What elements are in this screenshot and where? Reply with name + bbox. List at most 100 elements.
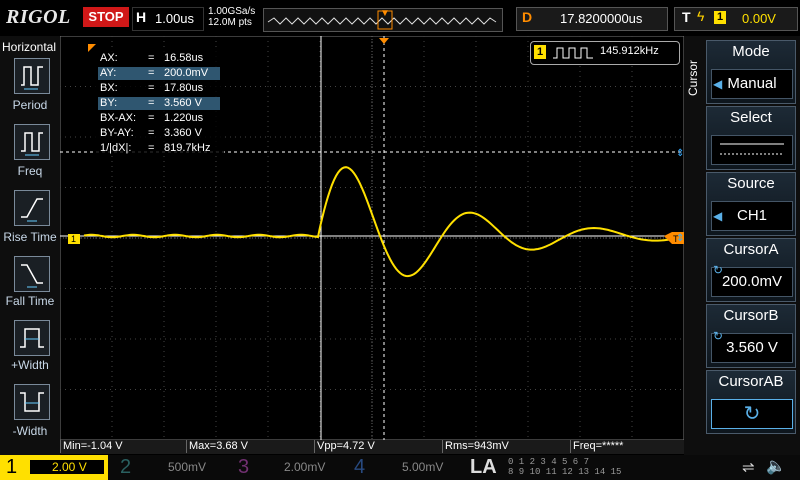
freq-label: Freq: [17, 164, 43, 178]
cursor-readout-box: AX: = 16.58us AY: = 200.0mV BX: = 17.80us BY: =…: [94, 48, 224, 156]
readout-key: BX:: [100, 82, 118, 94]
la-digits-bottom: 8 9 10 11 12 13 14 15: [508, 467, 622, 477]
sample-rate: 1.00GSa/s: [208, 6, 256, 17]
readout-eq: =: [148, 52, 155, 64]
usb-icon: ⇌: [742, 459, 755, 476]
mode-softkey[interactable]: Mode Manual ◀: [706, 40, 796, 104]
la-digits-top: 0 1 2 3 4 5 6 7: [508, 457, 590, 467]
readout-value: 819.7kHz: [164, 142, 211, 154]
select-arrow-icon: ◀: [713, 77, 723, 91]
cursor-a-softkey[interactable]: CursorA 200.0mV ↻: [706, 238, 796, 302]
readout-value: 200.0mV: [164, 67, 209, 79]
select-softkey[interactable]: Select: [706, 106, 796, 170]
trigger-box[interactable]: [674, 7, 798, 31]
cursor-b-value: 3.560 V: [711, 333, 793, 363]
source-softkey[interactable]: Source CH1 ◀: [706, 172, 796, 236]
readout-eq: =: [148, 112, 155, 124]
cursor-menu-title: Cursor: [686, 60, 700, 97]
fall-time-button[interactable]: [14, 256, 50, 292]
pos-width-icon: [20, 328, 44, 348]
cursor-ab-knob-icon: ↻: [711, 399, 793, 429]
trigger-slope-icon: ϟ: [697, 8, 705, 24]
trigger-level: 0.00V: [742, 11, 776, 26]
cursor-ab-softkey[interactable]: CursorAB ↻: [706, 370, 796, 434]
neg-width-button[interactable]: [14, 384, 50, 420]
measure-min[interactable]: Min=-1.04 V: [60, 440, 187, 453]
source-value: CH1: [711, 201, 793, 231]
cursor-b-softkey[interactable]: CursorB 3.560 V ↻: [706, 304, 796, 368]
ch2-number[interactable]: 2: [120, 455, 131, 479]
ch3-scale: 2.00mV: [284, 460, 326, 474]
la-label[interactable]: LA: [470, 455, 497, 479]
timebase-scale: 1.00us: [155, 11, 195, 26]
readout-row-inv-dx: 1/|dX|: = 819.7kHz: [98, 142, 220, 155]
readout-key: AY:: [100, 67, 117, 79]
period-label: Period: [12, 98, 48, 112]
cursor-a-arrow-icon: ⇕: [676, 233, 684, 244]
measure-rms[interactable]: Rms=943mV: [442, 440, 569, 453]
readout-value: 3.360 V: [164, 127, 202, 139]
readout-row-ay: AY: = 200.0mV: [98, 67, 220, 80]
run-stop-indicator[interactable]: STOP: [83, 7, 129, 27]
readout-value: 3.560 V: [164, 97, 202, 109]
measure-max[interactable]: Max=3.68 V: [186, 440, 313, 453]
readout-key: 1/|dX|:: [100, 142, 132, 154]
readout-value: 1.220us: [164, 112, 204, 124]
cursor-b-arrow-icon: ⇕: [676, 148, 684, 159]
square-wave-icon: [553, 47, 593, 59]
trigger-position-marker: ▼: [380, 8, 390, 19]
rise-time-icon: [21, 198, 43, 222]
mode-title: Mode: [732, 43, 770, 60]
readout-row-by-ay: BY-AY: = 3.360 V: [98, 127, 220, 140]
ch1-ground-marker-label: 1: [71, 234, 76, 244]
timebase-letter: H: [136, 9, 147, 25]
readout-key: BY-AY:: [100, 127, 134, 139]
readout-row-bx-ax: BX-AX: = 1.220us: [98, 112, 220, 125]
freq-counter-channel: 1: [534, 45, 546, 59]
cursor-lines-icon: [720, 143, 784, 155]
mode-value: Manual: [711, 69, 793, 99]
readout-key: AX:: [100, 52, 118, 64]
readout-value: 16.58us: [164, 52, 204, 64]
speaker-mute-icon[interactable]: 🔈: [766, 456, 786, 476]
period-button[interactable]: [14, 58, 50, 94]
select-title: Select: [730, 109, 772, 126]
ch2-scale: 500mV: [168, 460, 207, 474]
fall-time-icon: [21, 264, 43, 288]
measure-menu-title: Horizontal: [2, 40, 57, 54]
rise-time-button[interactable]: [14, 190, 50, 226]
readout-eq: =: [148, 67, 155, 79]
pos-width-button[interactable]: [14, 320, 50, 356]
ch4-number[interactable]: 4: [354, 455, 365, 479]
freq-counter-value: 145.912kHz: [600, 45, 659, 57]
neg-width-icon: [20, 392, 44, 412]
trigger-letter: T: [682, 9, 691, 25]
measure-freq[interactable]: Freq=*****: [570, 440, 683, 453]
readout-row-ax: AX: = 16.58us: [98, 52, 220, 65]
ch4-scale: 5.00mV: [402, 460, 444, 474]
select-arrow-icon: ◀: [713, 209, 723, 223]
delay-value: 17.8200000us: [560, 11, 643, 26]
measure-vpp[interactable]: Vpp=4.72 V: [314, 440, 441, 453]
readout-eq: =: [148, 142, 155, 154]
select-value: [711, 135, 793, 165]
freq-button[interactable]: [14, 124, 50, 160]
ch1-number: 1: [6, 456, 18, 478]
fall-time-label: Fall Time: [5, 294, 55, 308]
knob-icon: ↻: [713, 329, 724, 343]
rise-time-label: Rise Time: [3, 230, 57, 244]
cursor-a-title: CursorA: [723, 241, 779, 258]
readout-key: BX-AX:: [100, 112, 137, 124]
readout-row-by: BY: = 3.560 V: [98, 97, 220, 110]
period-icon: [21, 66, 43, 90]
readout-eq: =: [148, 97, 155, 109]
memory-depth: 12.0M pts: [208, 17, 252, 28]
brand-logo: RIGOL: [6, 6, 71, 28]
ch1-scale: 2.00 V: [52, 460, 87, 474]
readout-value: 17.80us: [164, 82, 204, 94]
readout-key: BY:: [100, 97, 118, 109]
trigger-source-badge: 1: [714, 11, 726, 24]
ch3-number[interactable]: 3: [238, 455, 249, 479]
neg-width-label: -Width: [12, 424, 48, 438]
cursor-a-value: 200.0mV: [711, 267, 793, 297]
